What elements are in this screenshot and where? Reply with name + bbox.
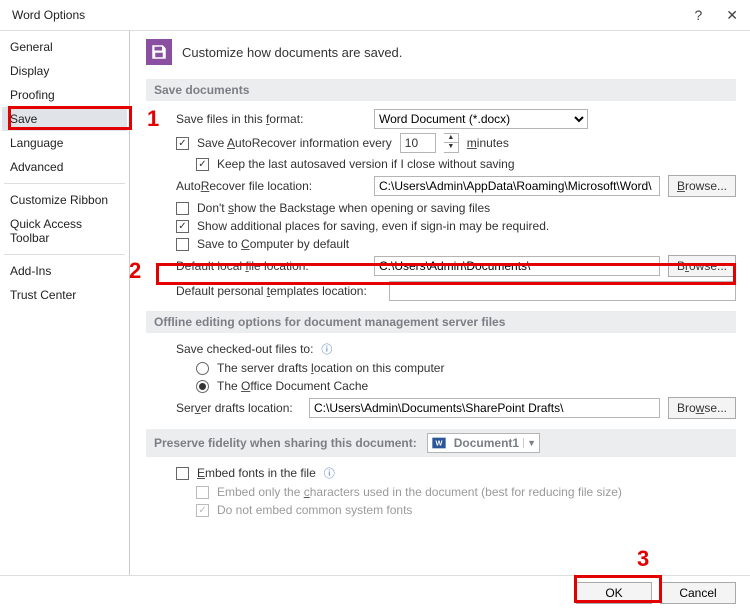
dont-show-backstage-checkbox[interactable] xyxy=(176,202,189,215)
autorecover-location-input[interactable] xyxy=(374,176,660,196)
sidebar-item-customize-ribbon[interactable]: Customize Ribbon xyxy=(2,188,127,212)
section-offline-editing: Offline editing options for document man… xyxy=(146,311,736,333)
autorecover-label-pre: Save AutoRecover information every xyxy=(197,136,392,150)
section-preserve-fidelity: Preserve fidelity when sharing this docu… xyxy=(146,429,736,457)
titlebar: Word Options ? ✕ xyxy=(0,0,750,30)
show-additional-places-checkbox[interactable] xyxy=(176,220,189,233)
server-drafts-location-input[interactable] xyxy=(309,398,660,418)
autorecover-browse-button[interactable]: Browse... xyxy=(668,175,736,197)
sidebar-divider xyxy=(4,254,125,255)
chevron-down-icon: ▼ xyxy=(523,438,539,448)
autorecover-minutes-input[interactable]: 10 xyxy=(400,133,436,153)
preserve-document-select[interactable]: W Document1 ▼ xyxy=(427,433,540,453)
office-cache-radio[interactable] xyxy=(196,380,209,393)
server-drafts-browse-button[interactable]: Browse... xyxy=(668,397,736,419)
sidebar-item-save[interactable]: Save xyxy=(2,107,127,131)
default-local-location-input[interactable] xyxy=(374,256,660,276)
default-local-location-label: Default local file location: xyxy=(176,259,366,273)
sidebar-item-advanced[interactable]: Advanced xyxy=(2,155,127,179)
help-icon[interactable]: ? xyxy=(694,7,702,24)
autorecover-label-post: minutes xyxy=(467,136,509,150)
dialog-footer: OK Cancel xyxy=(0,575,750,609)
do-not-embed-common-label: Do not embed common system fonts xyxy=(217,503,412,517)
save-to-computer-checkbox[interactable] xyxy=(176,238,189,251)
save-format-label: Save files in this format: xyxy=(176,112,366,126)
embed-only-chars-label: Embed only the characters used in the do… xyxy=(217,485,622,499)
page-description: Customize how documents are saved. xyxy=(182,45,402,60)
autorecover-location-label: AutoRecover file location: xyxy=(176,179,366,193)
office-cache-radio-label: The Office Document Cache xyxy=(217,379,368,393)
server-drafts-location-label: Server drafts location: xyxy=(176,401,301,415)
close-icon[interactable]: ✕ xyxy=(726,7,738,24)
sidebar-item-trust-center[interactable]: Trust Center xyxy=(2,283,127,307)
save-format-select[interactable]: Word Document (*.docx) xyxy=(374,109,588,129)
sidebar: General Display Proofing Save Language A… xyxy=(0,31,130,575)
keep-last-checkbox[interactable] xyxy=(196,158,209,171)
info-icon[interactable]: ⓘ xyxy=(321,341,332,357)
sidebar-item-general[interactable]: General xyxy=(2,35,127,59)
dont-show-backstage-label: Don't show the Backstage when opening or… xyxy=(197,201,490,215)
embed-only-chars-checkbox xyxy=(196,486,209,499)
word-doc-icon: W xyxy=(431,435,447,451)
embed-fonts-checkbox[interactable] xyxy=(176,467,189,480)
sidebar-item-language[interactable]: Language xyxy=(2,131,127,155)
show-additional-places-label: Show additional places for saving, even … xyxy=(197,219,549,233)
sidebar-item-display[interactable]: Display xyxy=(2,59,127,83)
autorecover-spinner[interactable]: ▲▼ xyxy=(444,133,459,153)
default-local-browse-button[interactable]: Browse... xyxy=(668,255,736,277)
save-to-computer-label: Save to Computer by default xyxy=(197,237,349,251)
preserve-document-name: Document1 xyxy=(450,436,523,450)
do-not-embed-common-checkbox xyxy=(196,504,209,517)
keep-last-label: Keep the last autosaved version if I clo… xyxy=(217,157,515,171)
server-drafts-radio-label: The server drafts location on this compu… xyxy=(217,361,444,375)
default-templates-input[interactable] xyxy=(389,281,736,301)
autorecover-checkbox[interactable] xyxy=(176,137,189,150)
info-icon[interactable]: ⓘ xyxy=(324,465,335,481)
server-drafts-radio[interactable] xyxy=(196,362,209,375)
save-checkedout-label: Save checked-out files to: xyxy=(176,342,313,356)
cancel-button[interactable]: Cancel xyxy=(660,582,736,604)
embed-fonts-label: Embed fonts in the file xyxy=(197,466,316,480)
svg-text:W: W xyxy=(435,439,442,448)
sidebar-item-addins[interactable]: Add-Ins xyxy=(2,259,127,283)
content-pane: Customize how documents are saved. Save … xyxy=(130,31,750,575)
default-templates-label: Default personal templates location: xyxy=(176,284,381,298)
sidebar-item-proofing[interactable]: Proofing xyxy=(2,83,127,107)
save-disk-icon xyxy=(146,39,172,65)
sidebar-divider xyxy=(4,183,125,184)
section-save-documents: Save documents xyxy=(146,79,736,101)
section-preserve-label: Preserve fidelity when sharing this docu… xyxy=(154,436,417,450)
window-title: Word Options xyxy=(12,8,85,22)
sidebar-item-quick-access[interactable]: Quick Access Toolbar xyxy=(2,212,127,250)
ok-button[interactable]: OK xyxy=(576,582,652,604)
